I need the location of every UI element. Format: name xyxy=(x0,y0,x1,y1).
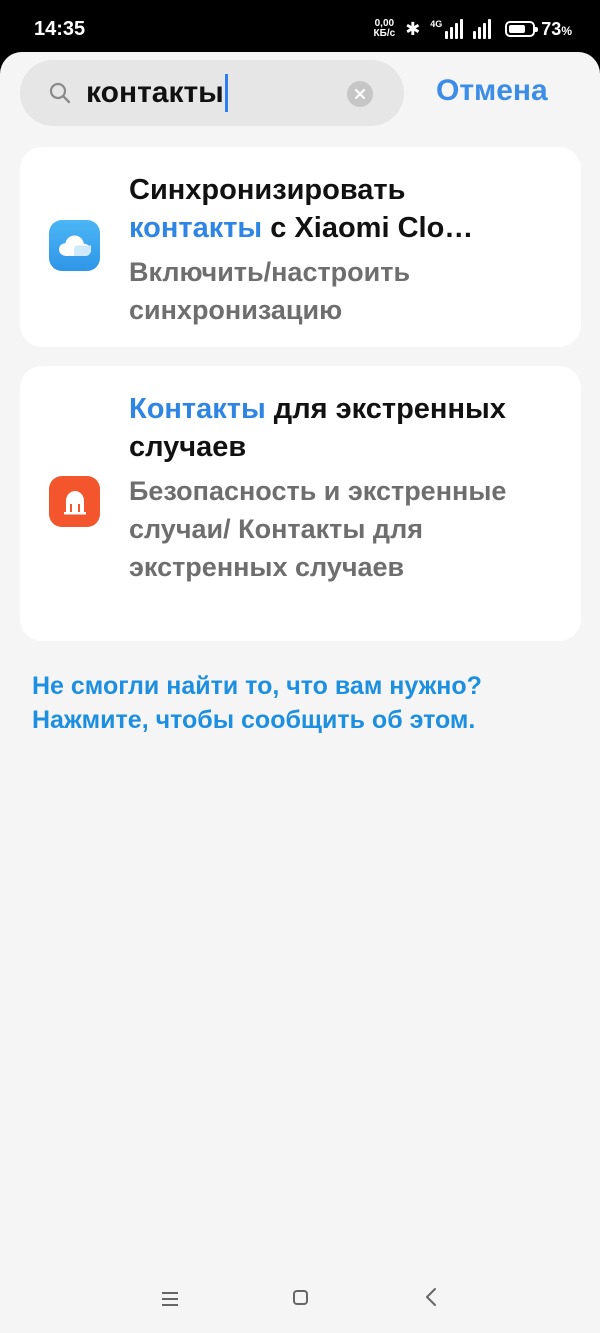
result-emergency-contacts[interactable]: Контакты для экстренных случаев Безопасн… xyxy=(20,366,581,641)
search-query: контакты xyxy=(86,76,224,109)
cancel-button[interactable]: Отмена xyxy=(436,74,548,108)
bluetooth-icon: ✱ xyxy=(405,18,421,39)
network-type: 4G xyxy=(430,19,443,29)
menu-icon[interactable] xyxy=(162,1292,178,1310)
network-speed: 0,00 КБ/с xyxy=(374,19,396,39)
xiaomi-cloud-icon xyxy=(49,220,100,271)
network-speed-unit: КБ/с xyxy=(373,28,396,39)
signal-sim1-icon: 4G xyxy=(430,19,464,39)
clear-search-button[interactable] xyxy=(347,81,373,107)
search-icon xyxy=(49,82,71,104)
result-text: Контакты для экстренных случаев Безопасн… xyxy=(129,390,559,586)
search-input[interactable]: контакты xyxy=(86,72,228,114)
highlighted-match: контакты xyxy=(129,212,263,244)
result-text: Синхронизировать контакты с Xiaomi Clo… … xyxy=(129,171,559,329)
status-time: 14:35 xyxy=(34,18,86,40)
text-cursor xyxy=(224,74,228,112)
signal-sim2-icon xyxy=(473,19,492,39)
battery-icon xyxy=(505,21,539,37)
battery-percent: 73% xyxy=(541,18,572,39)
search-sheet: контакты Отмена Синхронизировать контакт… xyxy=(0,52,600,1333)
status-icons: 0,00 КБ/с ✱ 4G 73% xyxy=(374,14,572,44)
result-sync-contacts[interactable]: Синхронизировать контакты с Xiaomi Clo… … xyxy=(20,147,581,347)
result-subtitle: Включить/настроить синхронизацию xyxy=(129,257,411,325)
result-title: Синхронизировать контакты с Xiaomi Clo… xyxy=(129,174,474,244)
home-icon[interactable] xyxy=(293,1290,308,1305)
emergency-sos-icon xyxy=(49,476,100,527)
close-icon xyxy=(354,88,366,100)
back-icon[interactable] xyxy=(424,1287,438,1307)
navigation-bar xyxy=(0,1272,600,1332)
status-bar: 14:35 0,00 КБ/с ✱ 4G 73% xyxy=(0,0,600,58)
battery-fill xyxy=(509,25,526,33)
result-title: Контакты для экстренных случаев xyxy=(129,393,506,463)
report-missing-result-link[interactable]: Не смогли найти то, что вам нужно? Нажми… xyxy=(32,669,552,737)
highlighted-match: Контакты xyxy=(129,393,266,425)
search-box[interactable]: контакты xyxy=(20,60,404,126)
result-subtitle: Безопасность и экстренные случаи/ Контак… xyxy=(129,476,507,582)
